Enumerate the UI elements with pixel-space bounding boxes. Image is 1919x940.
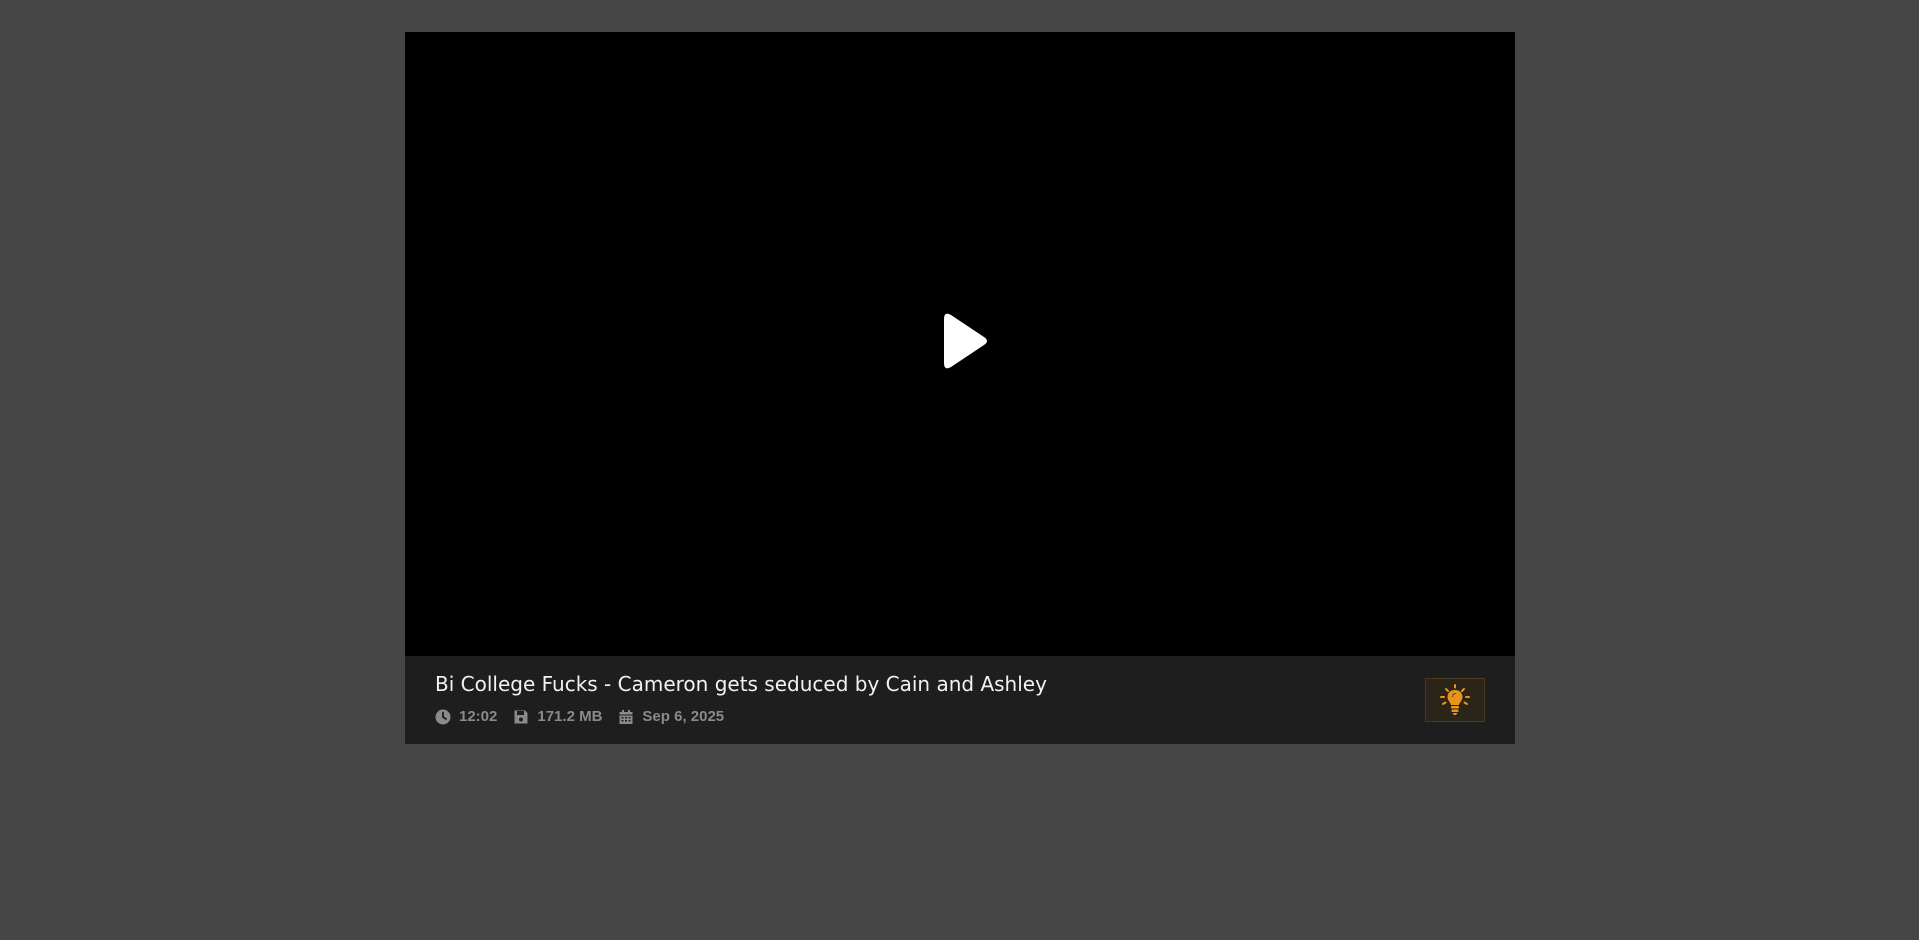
video-meta-row: 12:02 171.2 MB Sep 6, 2025 (435, 708, 740, 725)
file-size-value: 171.2 MB (537, 708, 603, 725)
date-item: Sep 6, 2025 (618, 708, 724, 725)
video-info-bar: Bi College Fucks - Cameron gets seduced … (405, 656, 1515, 744)
duration-item: 12:02 (435, 708, 497, 725)
video-title: Bi College Fucks - Cameron gets seduced … (435, 672, 1047, 696)
calendar-icon (618, 709, 634, 725)
lights-toggle-button[interactable] (1425, 678, 1485, 722)
file-size-item: 171.2 MB (513, 708, 602, 725)
date-value: Sep 6, 2025 (642, 708, 725, 725)
floppy-disk-icon (513, 709, 529, 725)
duration-value: 12:02 (459, 708, 498, 725)
video-area[interactable] (405, 32, 1515, 656)
lightbulb-icon (1440, 684, 1470, 715)
clock-icon (435, 709, 451, 725)
play-icon (944, 313, 987, 369)
play-button[interactable] (922, 306, 998, 382)
video-player-card: Bi College Fucks - Cameron gets seduced … (405, 32, 1515, 744)
